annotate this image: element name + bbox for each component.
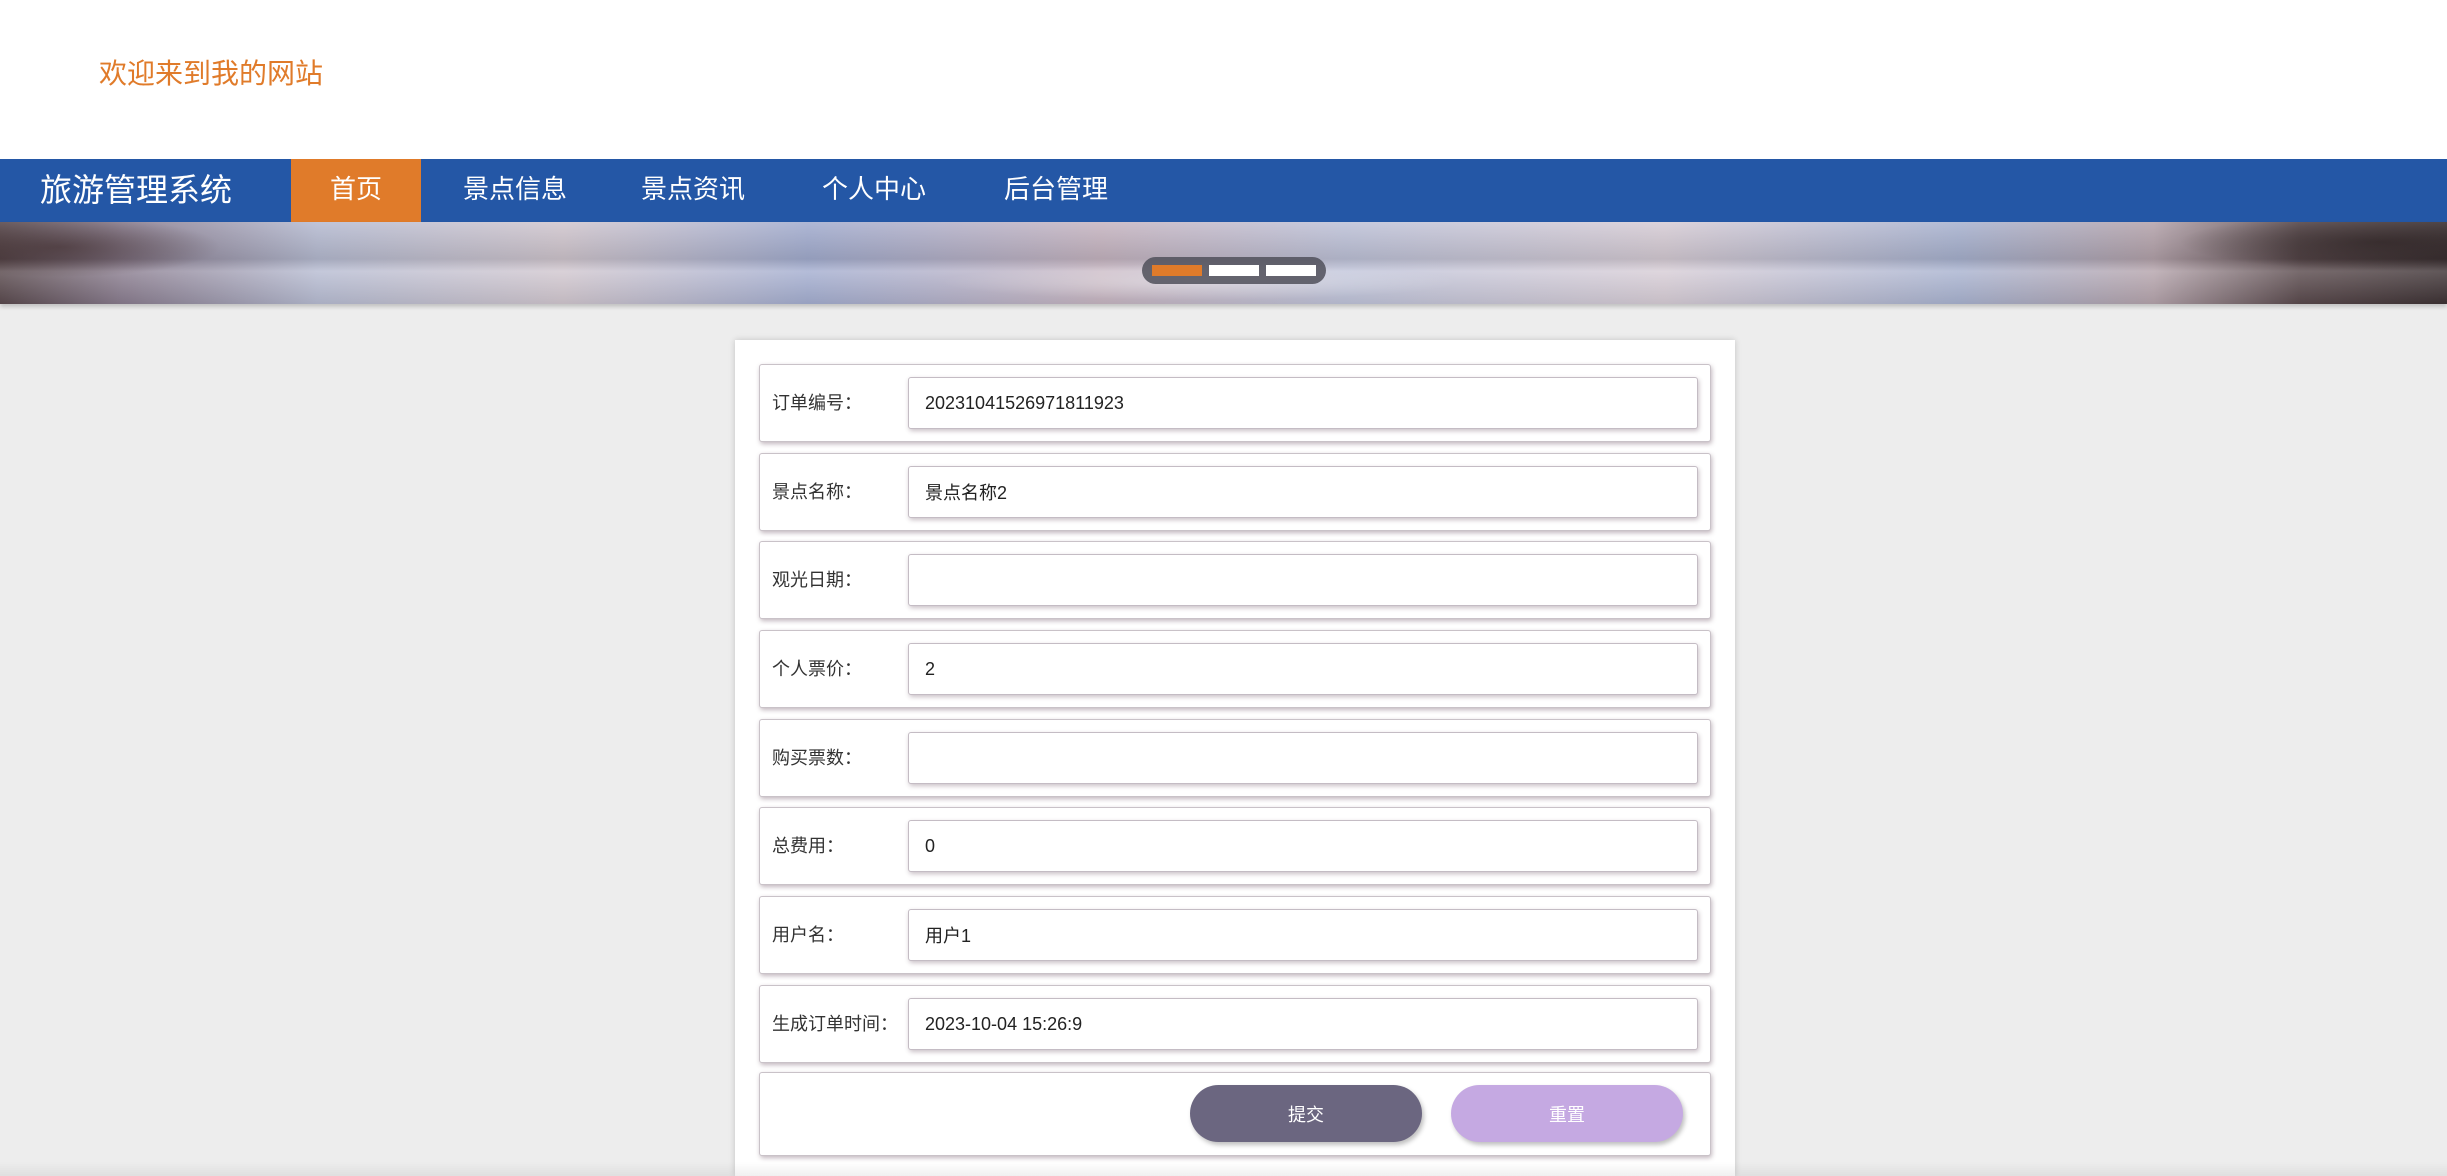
order-number-row: 订单编号： — [759, 364, 1711, 442]
total-cost-row: 总费用： — [759, 807, 1711, 885]
ticket-quantity-input[interactable] — [908, 732, 1698, 784]
visit-date-row: 观光日期： — [759, 541, 1711, 619]
total-cost-input[interactable] — [908, 820, 1698, 872]
submit-button[interactable]: 提交 — [1190, 1085, 1422, 1142]
attraction-name-input[interactable] — [908, 466, 1698, 518]
welcome-text: 欢迎来到我的网站 — [99, 57, 324, 90]
username-input[interactable] — [908, 909, 1698, 961]
nav-item-admin[interactable]: 后台管理 — [987, 159, 1125, 222]
site-brand-title: 旅游管理系统 — [40, 171, 233, 209]
nav-item-home[interactable]: 首页 — [291, 159, 421, 222]
carousel-dot-1[interactable] — [1152, 265, 1202, 276]
ticket-price-input[interactable] — [908, 643, 1698, 695]
ticket-quantity-row: 购买票数： — [759, 719, 1711, 797]
nav-item-attraction-news[interactable]: 景点资讯 — [624, 159, 762, 222]
main-nav-bar: 旅游管理系统 首页 景点信息 景点资讯 个人中心 后台管理 — [0, 159, 2447, 222]
visit-date-label: 观光日期： — [772, 570, 862, 591]
ticket-quantity-label: 购买票数： — [772, 748, 862, 769]
nav-item-personal-center[interactable]: 个人中心 — [805, 159, 943, 222]
page-bottom-shadow — [0, 1162, 2447, 1176]
order-time-row: 生成订单时间： — [759, 985, 1711, 1063]
top-header: 欢迎来到我的网站 — [0, 0, 2447, 159]
reset-button[interactable]: 重置 — [1451, 1085, 1683, 1142]
carousel-indicators — [1142, 257, 1326, 284]
carousel-dot-3[interactable] — [1266, 265, 1316, 276]
attraction-name-label: 景点名称： — [772, 482, 862, 503]
ticket-price-row: 个人票价： — [759, 630, 1711, 708]
order-time-label: 生成订单时间： — [772, 1014, 898, 1035]
username-row: 用户名： — [759, 896, 1711, 974]
attraction-name-row: 景点名称： — [759, 453, 1711, 531]
order-number-label: 订单编号： — [772, 393, 862, 414]
nav-item-attraction-info[interactable]: 景点信息 — [446, 159, 584, 222]
order-number-input[interactable] — [908, 377, 1698, 429]
ticket-price-label: 个人票价： — [772, 659, 862, 680]
username-label: 用户名： — [772, 925, 844, 946]
carousel-dot-2[interactable] — [1209, 265, 1259, 276]
form-actions-row: 提交 重置 — [759, 1072, 1711, 1156]
order-form-card: 订单编号： 景点名称： 观光日期： 个人票价： 购买票数： 总费用： 用户名： … — [735, 340, 1735, 1176]
order-time-input[interactable] — [908, 998, 1698, 1050]
total-cost-label: 总费用： — [772, 836, 844, 857]
visit-date-input[interactable] — [908, 554, 1698, 606]
